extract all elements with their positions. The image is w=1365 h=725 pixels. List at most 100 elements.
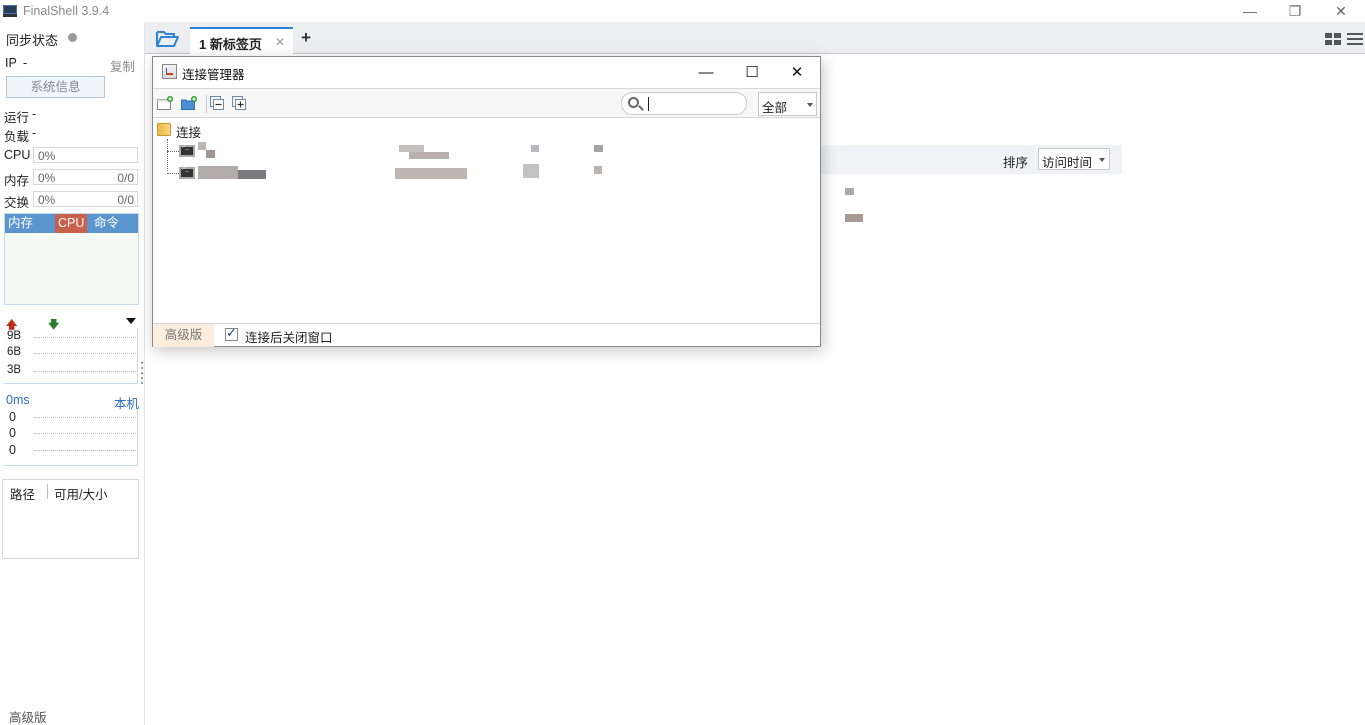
network-interface-dropdown-icon[interactable] [126, 318, 136, 324]
list-view-icon[interactable] [1347, 33, 1363, 45]
y-tick-label: 9B [7, 330, 22, 342]
y-tick-label: 0 [9, 426, 16, 440]
terminal-icon [179, 166, 195, 179]
dialog-close-button[interactable]: ✕ [774, 57, 820, 87]
sort-select[interactable]: 访问时间 [1038, 148, 1110, 170]
chart-row: 3B [4, 364, 138, 378]
process-panel: 内存 CPU 命令 [4, 213, 139, 305]
swap-label: 交换 [4, 196, 30, 210]
cpu-meter: 0% [33, 147, 138, 163]
collapse-icon [210, 96, 224, 110]
ip-value: - [23, 56, 28, 70]
chart-row: 0 [4, 426, 138, 440]
y-tick-label: 0 [9, 443, 16, 457]
close-after-connect-checkbox[interactable] [225, 325, 238, 341]
finalshell-app: FinalShell 3.9.4 — ❐ ✕ 同步状态 IP - 复制 系统信息… [0, 0, 1365, 725]
sidebar-resize-handle[interactable] [141, 362, 144, 386]
network-header: 🡅 🡇 [4, 314, 138, 331]
copy-ip-link[interactable]: 复制 [110, 56, 135, 75]
folder-icon [157, 123, 171, 136]
text-cursor [648, 97, 649, 111]
filter-select[interactable]: 全部 [758, 92, 817, 116]
process-tab-memory[interactable]: 内存 [5, 214, 36, 233]
new-file-icon [157, 96, 173, 110]
process-tab-cpu[interactable]: CPU [55, 214, 88, 233]
expand-all-button[interactable] [232, 96, 248, 110]
process-tabs: 内存 CPU 命令 [5, 214, 138, 233]
tree-connection-item[interactable] [167, 164, 807, 183]
chart-row: 6B [4, 346, 138, 360]
y-tick-label: 3B [7, 364, 22, 376]
tab-label: 1 新标签页 [199, 37, 262, 52]
memory-label: 内存 [4, 174, 30, 188]
new-folder-icon [181, 96, 197, 110]
tab-close-icon[interactable]: ✕ [275, 35, 285, 49]
java-app-icon [162, 64, 177, 79]
folder-open-icon [156, 31, 179, 47]
tree-connection-item[interactable] [167, 142, 807, 161]
close-icon: ✕ [790, 64, 804, 81]
disk-column-size[interactable]: 可用/大小 [54, 484, 107, 503]
chart-row: 0 [4, 410, 138, 424]
restore-icon: ❐ [1288, 2, 1302, 19]
pro-version-badge[interactable]: 高级版 [153, 324, 214, 347]
grid-view-icon[interactable] [1325, 33, 1341, 45]
minimize-icon: — [1243, 3, 1257, 19]
sort-value: 访问时间 [1042, 156, 1093, 170]
session-tab-bar: 1 新标签页 ✕ + [145, 22, 1365, 54]
dialog-toolbar: 全部 [153, 88, 820, 118]
sort-bar: 排序 访问时间 [815, 145, 1122, 174]
redacted-item [845, 188, 854, 195]
system-info-button[interactable]: 系统信息 [6, 76, 105, 98]
terminal-icon [179, 144, 195, 157]
swap-percent: 0% [38, 193, 56, 207]
collapse-all-button[interactable] [210, 96, 226, 110]
swap-fraction: 0/0 [117, 193, 134, 207]
y-tick-label: 0 [9, 410, 16, 424]
uptime-value: - [32, 107, 37, 121]
tree-folder-label: 连接 [176, 126, 202, 140]
cpu-label: CPU [4, 148, 31, 162]
process-tab-command[interactable]: 命令 [91, 214, 122, 233]
restore-button[interactable]: ❐ [1272, 0, 1318, 22]
uptime-label: 运行 [4, 111, 30, 125]
open-connection-manager-button[interactable] [155, 30, 179, 48]
close-button[interactable]: ✕ [1318, 0, 1364, 22]
load-value: - [32, 126, 37, 140]
sync-status-indicator [68, 33, 77, 42]
connection-tree: 连接 [153, 119, 820, 323]
add-tab-button[interactable]: + [301, 28, 311, 48]
new-folder-button[interactable] [181, 96, 197, 110]
redacted-item [845, 214, 863, 222]
title-bar: FinalShell 3.9.4 — ❐ ✕ [0, 0, 1365, 22]
chart-row: 9B [4, 330, 138, 344]
close-after-connect-label[interactable]: 连接后关闭窗口 [245, 327, 333, 346]
dialog-minimize-button[interactable]: — [683, 57, 729, 87]
minimize-button[interactable]: — [1227, 0, 1273, 22]
dialog-maximize-button[interactable]: ☐ [729, 57, 775, 87]
tab-new-tab[interactable]: 1 新标签页 ✕ [190, 27, 293, 54]
chart-row: 0 [4, 443, 138, 457]
memory-fraction: 0/0 [117, 171, 134, 185]
load-label: 负载 [4, 130, 30, 144]
filter-value: 全部 [762, 101, 788, 115]
chevron-down-icon [807, 103, 813, 107]
dialog-title-bar[interactable]: 连接管理器 — ☐ ✕ [153, 57, 820, 87]
y-tick-label: 6B [7, 346, 22, 358]
disk-column-path[interactable]: 路径 [10, 484, 35, 503]
search-input[interactable] [621, 92, 747, 115]
network-chart: 9B 6B 3B [4, 328, 138, 384]
ip-label: IP [5, 56, 17, 70]
chevron-down-icon [1099, 158, 1105, 162]
new-connection-button[interactable] [157, 96, 173, 110]
dialog-title: 连接管理器 [182, 68, 245, 82]
minimize-icon: — [698, 63, 714, 81]
pro-version-link[interactable]: 高级版 [9, 707, 47, 725]
connection-manager-dialog: 连接管理器 — ☐ ✕ 全部 连接 >_ >_ 高级版 ✓ 连接后关闭窗口 [152, 56, 821, 347]
sort-label: 排序 [1003, 156, 1029, 170]
cpu-percent: 0% [38, 149, 56, 163]
window-title: FinalShell 3.9.4 [23, 4, 110, 18]
dialog-footer: 高级版 连接后关闭窗口 [153, 323, 820, 347]
sync-status-label: 同步状态 [6, 33, 59, 48]
disk-table: 路径 可用/大小 [2, 479, 139, 559]
